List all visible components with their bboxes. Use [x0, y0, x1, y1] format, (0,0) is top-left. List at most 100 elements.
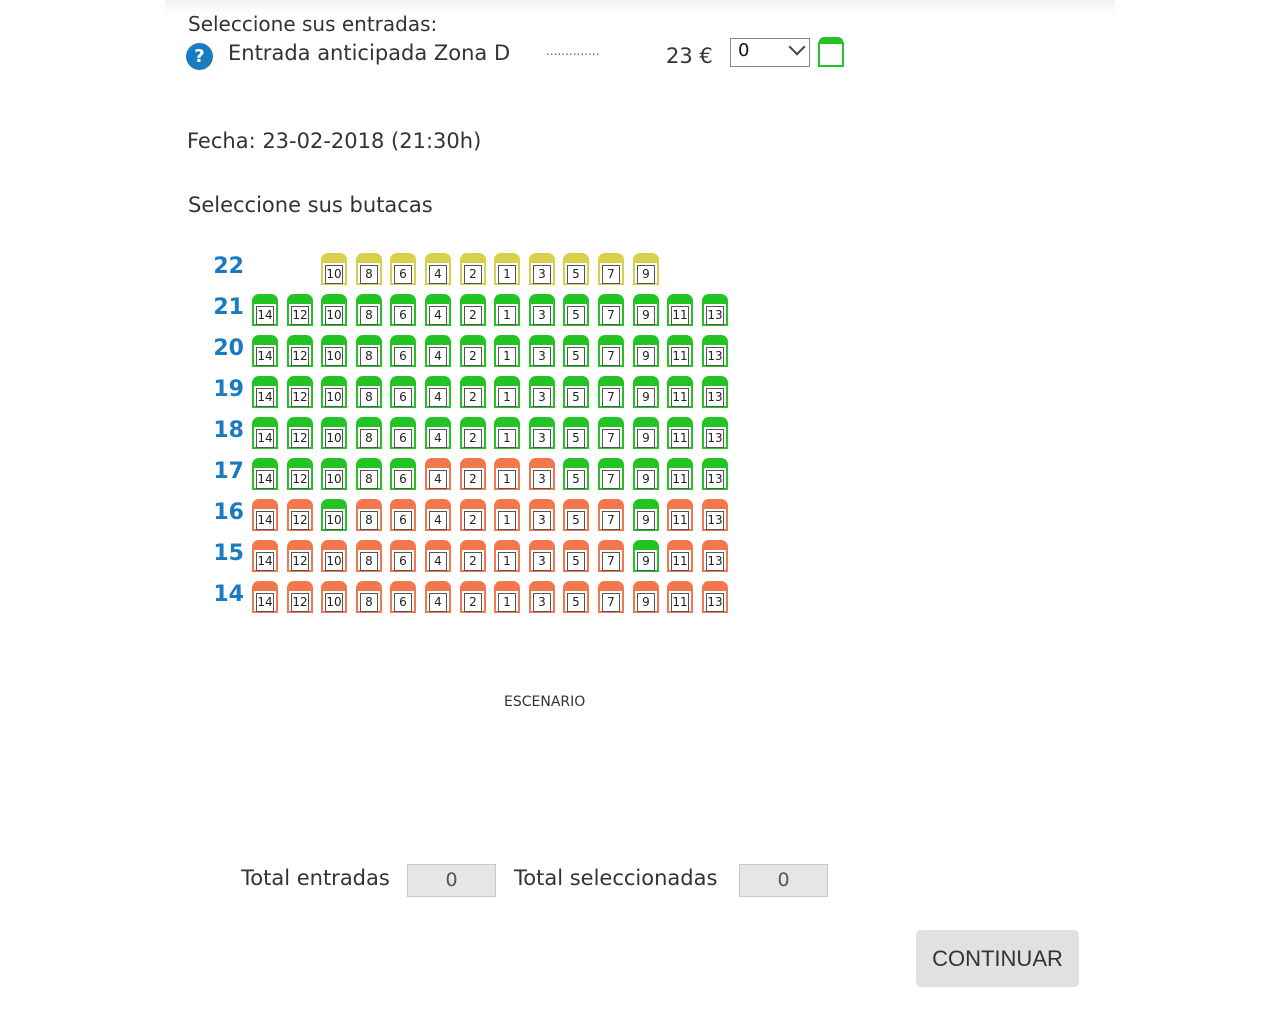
seat-row21-12[interactable]: 12: [287, 294, 313, 326]
seat-row16-14[interactable]: 14: [252, 499, 278, 531]
seat-row20-13[interactable]: 13: [702, 335, 728, 367]
seat-row20-6[interactable]: 6: [390, 335, 416, 367]
seat-row16-2[interactable]: 2: [460, 499, 486, 531]
seat-row17-13[interactable]: 13: [702, 458, 728, 490]
seat-row21-10[interactable]: 10: [321, 294, 347, 326]
seat-row15-10[interactable]: 10: [321, 540, 347, 572]
seat-row17-5[interactable]: 5: [563, 458, 589, 490]
seat-row18-11[interactable]: 11: [667, 417, 693, 449]
seat-row14-8[interactable]: 8: [356, 581, 382, 613]
seat-row17-10[interactable]: 10: [321, 458, 347, 490]
seat-row22-4[interactable]: 4: [425, 253, 451, 285]
seat-row17-11[interactable]: 11: [667, 458, 693, 490]
seat-row14-3[interactable]: 3: [529, 581, 555, 613]
seat-row16-6[interactable]: 6: [390, 499, 416, 531]
seat-row22-1[interactable]: 1: [494, 253, 520, 285]
seat-row14-12[interactable]: 12: [287, 581, 313, 613]
seat-row16-11[interactable]: 11: [667, 499, 693, 531]
seat-row20-4[interactable]: 4: [425, 335, 451, 367]
seat-row15-7[interactable]: 7: [598, 540, 624, 572]
seat-row19-9[interactable]: 9: [633, 376, 659, 408]
seat-row20-8[interactable]: 8: [356, 335, 382, 367]
seat-row21-5[interactable]: 5: [563, 294, 589, 326]
seat-row14-1[interactable]: 1: [494, 581, 520, 613]
seat-row15-1[interactable]: 1: [494, 540, 520, 572]
seat-row22-3[interactable]: 3: [529, 253, 555, 285]
seat-row18-2[interactable]: 2: [460, 417, 486, 449]
seat-row21-4[interactable]: 4: [425, 294, 451, 326]
seat-row19-1[interactable]: 1: [494, 376, 520, 408]
seat-row17-14[interactable]: 14: [252, 458, 278, 490]
seat-row18-13[interactable]: 13: [702, 417, 728, 449]
seat-row18-9[interactable]: 9: [633, 417, 659, 449]
seat-row17-4[interactable]: 4: [425, 458, 451, 490]
seat-row15-12[interactable]: 12: [287, 540, 313, 572]
seat-row16-5[interactable]: 5: [563, 499, 589, 531]
seat-row16-7[interactable]: 7: [598, 499, 624, 531]
seat-row19-6[interactable]: 6: [390, 376, 416, 408]
seat-row18-14[interactable]: 14: [252, 417, 278, 449]
seat-row15-6[interactable]: 6: [390, 540, 416, 572]
seat-row20-3[interactable]: 3: [529, 335, 555, 367]
seat-row19-13[interactable]: 13: [702, 376, 728, 408]
seat-row18-5[interactable]: 5: [563, 417, 589, 449]
seat-row14-2[interactable]: 2: [460, 581, 486, 613]
seat-row19-5[interactable]: 5: [563, 376, 589, 408]
seat-row20-2[interactable]: 2: [460, 335, 486, 367]
seat-row17-12[interactable]: 12: [287, 458, 313, 490]
seat-row17-2[interactable]: 2: [460, 458, 486, 490]
seat-row21-9[interactable]: 9: [633, 294, 659, 326]
seat-row21-3[interactable]: 3: [529, 294, 555, 326]
seat-row20-10[interactable]: 10: [321, 335, 347, 367]
seat-row21-13[interactable]: 13: [702, 294, 728, 326]
seat-row15-3[interactable]: 3: [529, 540, 555, 572]
seat-row20-11[interactable]: 11: [667, 335, 693, 367]
seat-row17-7[interactable]: 7: [598, 458, 624, 490]
seat-row21-7[interactable]: 7: [598, 294, 624, 326]
seat-row22-6[interactable]: 6: [390, 253, 416, 285]
seat-row21-2[interactable]: 2: [460, 294, 486, 326]
seat-row14-14[interactable]: 14: [252, 581, 278, 613]
seat-row19-8[interactable]: 8: [356, 376, 382, 408]
seat-row19-3[interactable]: 3: [529, 376, 555, 408]
seat-row17-6[interactable]: 6: [390, 458, 416, 490]
seat-row15-8[interactable]: 8: [356, 540, 382, 572]
seat-row14-11[interactable]: 11: [667, 581, 693, 613]
seat-row19-2[interactable]: 2: [460, 376, 486, 408]
seat-row14-6[interactable]: 6: [390, 581, 416, 613]
seat-row19-4[interactable]: 4: [425, 376, 451, 408]
seat-row16-13[interactable]: 13: [702, 499, 728, 531]
seat-row19-7[interactable]: 7: [598, 376, 624, 408]
seat-row16-10[interactable]: 10: [321, 499, 347, 531]
seat-row15-13[interactable]: 13: [702, 540, 728, 572]
seat-row17-3[interactable]: 3: [529, 458, 555, 490]
seat-row21-11[interactable]: 11: [667, 294, 693, 326]
seat-row15-11[interactable]: 11: [667, 540, 693, 572]
seat-row14-10[interactable]: 10: [321, 581, 347, 613]
seat-row18-4[interactable]: 4: [425, 417, 451, 449]
seat-row16-1[interactable]: 1: [494, 499, 520, 531]
seat-row18-7[interactable]: 7: [598, 417, 624, 449]
seat-row22-10[interactable]: 10: [321, 253, 347, 285]
seat-row19-14[interactable]: 14: [252, 376, 278, 408]
seat-row16-8[interactable]: 8: [356, 499, 382, 531]
seat-row17-1[interactable]: 1: [494, 458, 520, 490]
seat-row17-8[interactable]: 8: [356, 458, 382, 490]
seat-row15-5[interactable]: 5: [563, 540, 589, 572]
seat-row15-2[interactable]: 2: [460, 540, 486, 572]
seat-row18-12[interactable]: 12: [287, 417, 313, 449]
quantity-select[interactable]: 0: [730, 38, 810, 67]
seat-row21-1[interactable]: 1: [494, 294, 520, 326]
seat-row19-11[interactable]: 11: [667, 376, 693, 408]
seat-row21-8[interactable]: 8: [356, 294, 382, 326]
seat-row14-5[interactable]: 5: [563, 581, 589, 613]
seat-row16-3[interactable]: 3: [529, 499, 555, 531]
seat-row22-7[interactable]: 7: [598, 253, 624, 285]
seat-row15-4[interactable]: 4: [425, 540, 451, 572]
seat-row20-9[interactable]: 9: [633, 335, 659, 367]
seat-row22-8[interactable]: 8: [356, 253, 382, 285]
seat-row18-1[interactable]: 1: [494, 417, 520, 449]
seat-row21-6[interactable]: 6: [390, 294, 416, 326]
seat-row20-12[interactable]: 12: [287, 335, 313, 367]
seat-row17-9[interactable]: 9: [633, 458, 659, 490]
